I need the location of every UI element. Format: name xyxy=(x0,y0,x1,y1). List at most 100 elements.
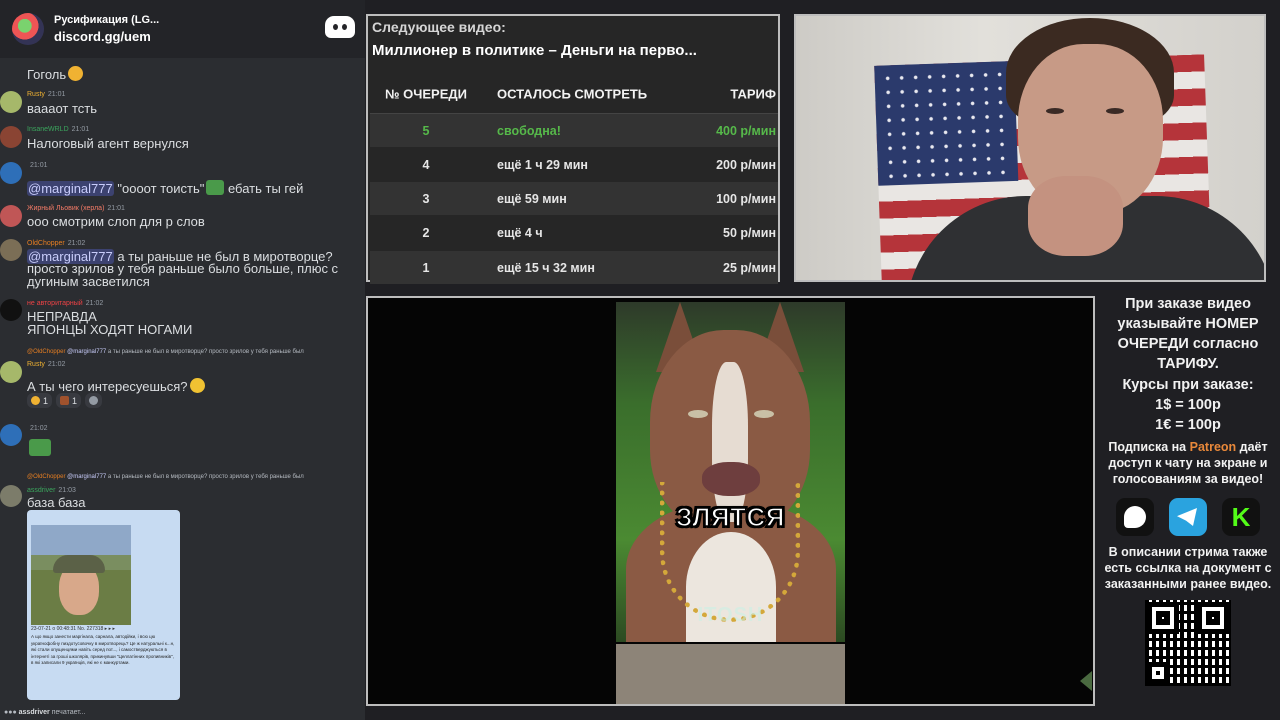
streamer-hand xyxy=(1028,176,1123,256)
message-meta: Жирный Льовик (херла) 21:01 xyxy=(27,205,125,212)
server-icon[interactable] xyxy=(12,13,44,45)
message-text xyxy=(27,439,51,456)
message-time: 21:01 xyxy=(107,205,125,212)
queue-number: 4 xyxy=(422,157,430,172)
message-time: 21:01 xyxy=(71,126,90,133)
avatar[interactable] xyxy=(0,162,22,184)
queue-number: 1 xyxy=(422,260,430,275)
thinking-emoji-icon xyxy=(189,378,205,393)
chevron-left-icon[interactable] xyxy=(1080,671,1092,691)
queue-rate: 50 р/мин xyxy=(723,225,776,240)
server-invite-link[interactable]: discord.gg/uem xyxy=(54,29,159,44)
message-author[interactable]: Жирный Льовик (херла) xyxy=(27,205,104,212)
reaction-chip[interactable]: 1 xyxy=(56,393,82,408)
message-time: 21:02 xyxy=(85,300,104,307)
message-meta: InsaneWRLD 21:01 xyxy=(27,126,89,133)
message-author[interactable]: Rusty xyxy=(27,361,45,368)
queue-number: 5 xyxy=(422,123,430,138)
telegram-icon[interactable] xyxy=(1169,498,1207,536)
queue-remaining: ещё 15 ч 32 мин xyxy=(497,260,595,275)
qr-finder xyxy=(1147,662,1169,684)
typing-text: печатает... xyxy=(51,709,86,716)
pepe-sticker-icon xyxy=(29,439,51,456)
message-time: 21:02 xyxy=(47,361,66,368)
document-note: В описании стрима также есть ссылка на д… xyxy=(1104,545,1272,591)
queue-rate: 25 р/мин xyxy=(723,260,776,275)
emoji-icon xyxy=(31,396,40,405)
avatar[interactable] xyxy=(0,299,22,321)
message-text-line: дугиным засветился xyxy=(27,274,150,289)
message-text: ооо смотрим слоп для р слов xyxy=(27,214,205,229)
reaction-count: 1 xyxy=(72,395,78,406)
message-time: 21:02 xyxy=(30,425,48,432)
reply-reference[interactable]: @OldChopper @marginal777 а ты раньше не … xyxy=(27,474,304,480)
reply-mention[interactable]: @marginal777 xyxy=(67,474,106,480)
message-text: А ты чего интересуешься? xyxy=(27,378,205,393)
streamer-eye xyxy=(1046,108,1064,114)
header-queue-number: № ОЧЕРЕДИ xyxy=(385,86,467,101)
message-author[interactable]: не авторитарный xyxy=(27,300,83,307)
video-caption: ЗЛЯТСЯ xyxy=(675,501,785,533)
rate-eur: 1€ = 100р xyxy=(1155,417,1221,433)
message-meta: 21:01 xyxy=(27,162,48,169)
avatar[interactable] xyxy=(0,424,22,446)
next-video-title: Миллионер в политике – Деньги на перво..… xyxy=(372,42,697,59)
avatar[interactable] xyxy=(0,91,22,113)
queue-number: 3 xyxy=(422,191,430,206)
avatar[interactable] xyxy=(0,126,22,148)
message-text: Гоголь xyxy=(27,67,67,82)
avatar[interactable] xyxy=(0,361,22,383)
rate-usd: 1$ = 100р xyxy=(1155,397,1221,413)
patreon-icon[interactable] xyxy=(1116,498,1154,536)
chat-message-text: Гоголь xyxy=(27,66,84,82)
table-row: 5 свободна! 400 р/мин xyxy=(370,114,778,147)
table-row: 2 ещё 4 ч 50 р/мин xyxy=(370,216,778,249)
webcam-feed xyxy=(794,14,1266,282)
reply-author[interactable]: @OldChopper xyxy=(27,474,65,480)
queue-remaining: ещё 1 ч 29 мин xyxy=(497,157,588,172)
subscription-text: Подписка на xyxy=(1108,440,1187,454)
attachment-photo xyxy=(31,525,131,625)
chat-header: Русификация (LG... discord.gg/uem xyxy=(0,0,365,58)
message-time: 21:01 xyxy=(47,91,66,98)
qr-code[interactable] xyxy=(1145,600,1231,686)
reply-author[interactable]: @OldChopper xyxy=(27,349,65,355)
message-author[interactable]: Rusty xyxy=(27,91,45,98)
video-watermark: ITOSH xyxy=(697,604,764,626)
header-rate: ТАРИФ xyxy=(730,86,776,101)
user-mention[interactable]: @marginal777 xyxy=(27,181,114,196)
reaction-chip[interactable]: 1 xyxy=(27,393,53,408)
attachment-meta: 23-07-21 о 00:48:31 No. 227318 ▸ ▸ ▸ xyxy=(31,626,115,632)
message-author[interactable]: assdriver xyxy=(27,487,55,494)
exchange-rates-title: Курсы при заказе: xyxy=(1122,377,1254,393)
streamer-eye xyxy=(1106,108,1124,114)
table-row: 3 ещё 59 мин 100 р/мин xyxy=(370,182,778,215)
table-row: 4 ещё 1 ч 29 мин 200 р/мин xyxy=(370,148,778,181)
patreon-link[interactable]: Patreon xyxy=(1190,440,1237,454)
avatar[interactable] xyxy=(0,485,22,507)
reply-reference[interactable]: @OldChopper @marginal777 а ты раньше не … xyxy=(27,349,304,355)
typing-indicator: ●●● assdriver печатает... xyxy=(4,709,86,716)
video-player[interactable]: ЗЛЯТСЯ ITOSH xyxy=(366,296,1095,706)
add-reaction-button[interactable] xyxy=(85,393,103,408)
emoji-icon xyxy=(60,396,70,405)
message-text-line: ЯПОНЦЫ ХОДЯТ НОГАМИ xyxy=(27,322,193,337)
subscription-info: Подписка на Patreon даёт доступ к чату н… xyxy=(1100,439,1276,487)
reply-text: а ты раньше не был в миротворце? просто … xyxy=(107,474,304,480)
message-author[interactable]: InsaneWRLD xyxy=(27,126,69,133)
message-time: 21:02 xyxy=(67,240,86,247)
avatar[interactable] xyxy=(0,205,22,227)
kick-icon[interactable] xyxy=(1222,498,1260,536)
attachment-body-text: А що якщо занести маргінала, сарнала, ав… xyxy=(31,634,175,665)
image-attachment[interactable]: 23-07-21 о 00:48:31 No. 227318 ▸ ▸ ▸ А щ… xyxy=(27,510,180,700)
video-frame xyxy=(616,302,845,642)
message-text-part: "оооот тоисть" xyxy=(117,181,205,196)
message-text-part: А ты чего интересуешься? xyxy=(27,379,188,394)
reaction-bar: 1 1 xyxy=(27,393,103,408)
server-name[interactable]: Русификация (LG... xyxy=(54,14,159,26)
reply-mention[interactable]: @marginal777 xyxy=(67,349,106,355)
avatar[interactable] xyxy=(0,239,22,261)
message-author[interactable]: OldChopper xyxy=(27,240,65,247)
message-meta: не авторитарный 21:02 xyxy=(27,300,103,307)
video-bottom-strip xyxy=(616,644,845,704)
